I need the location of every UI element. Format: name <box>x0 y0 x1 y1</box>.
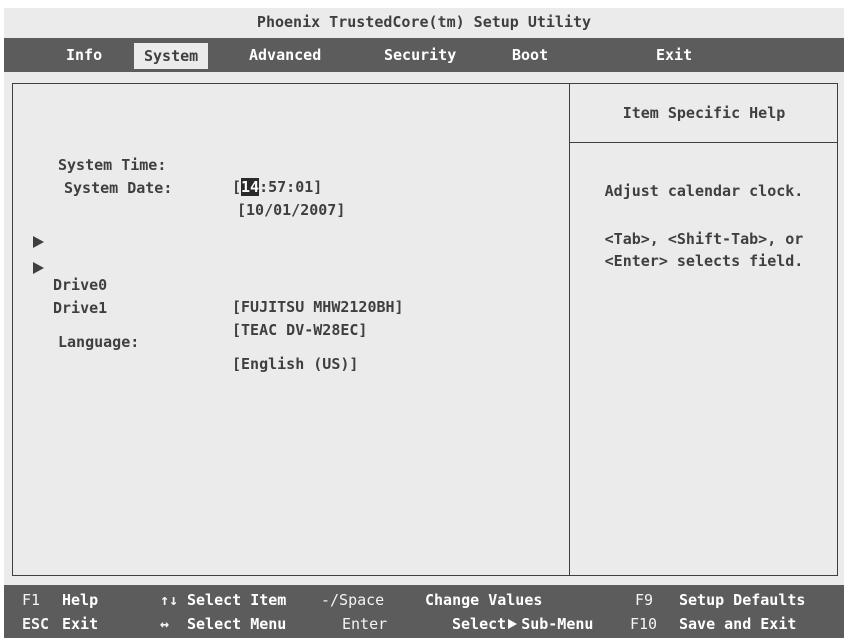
key-up-down: ↑↓ <box>160 591 179 609</box>
help-line-3: <Enter> selects field. <box>604 252 804 270</box>
key-legend: F1 Help ↑↓ Select Item -/Space Change Va… <box>4 585 844 638</box>
language-label: Language: <box>58 333 140 351</box>
drive1-value: [TEAC DV-W28EC] <box>232 321 368 339</box>
system-time-value[interactable]: [14:57:01] <box>232 176 322 198</box>
language-row[interactable]: Language: [English (US)] <box>13 309 358 373</box>
key-left-right: ↔ <box>160 615 170 633</box>
tab-system[interactable]: System <box>133 42 210 70</box>
key-up-down-desc: Select Item <box>187 591 287 609</box>
key-space: -/Space <box>321 591 385 609</box>
key-enter-desc-a: Select <box>452 615 507 633</box>
system-time-open-bracket: [ <box>232 178 242 196</box>
key-f1-desc: Help <box>62 591 99 609</box>
bios-screen: Phoenix TrustedCore(tm) Setup Utility In… <box>4 8 844 638</box>
key-f1: F1 <box>22 591 41 609</box>
system-time-row[interactable]: System Time: [14:57:01] <box>13 132 322 196</box>
help-header: Item Specific Help <box>570 84 838 143</box>
tab-info[interactable]: Info <box>56 42 112 68</box>
key-legend-row-2: ESC Exit ↔ Select Menu Enter Select Sub-M… <box>4 612 844 636</box>
help-line-2: <Tab>, <Shift-Tab>, or <box>604 230 804 248</box>
key-f9-desc: Setup Defaults <box>679 591 806 609</box>
key-legend-row-1: F1 Help ↑↓ Select Item -/Space Change Va… <box>4 588 844 612</box>
tab-security[interactable]: Security <box>374 42 466 68</box>
help-line-1: Adjust calendar clock. <box>604 182 804 200</box>
system-time-rest: :57:01] <box>259 178 323 196</box>
settings-pane: System Time: [14:57:01] System Date: [10… <box>13 84 569 575</box>
key-f9: F9 <box>635 591 654 609</box>
system-time-hour-field[interactable]: 14 <box>241 178 260 196</box>
language-value[interactable]: [English (US)] <box>232 353 358 375</box>
title-bar: Phoenix TrustedCore(tm) Setup Utility <box>4 8 844 37</box>
system-date-label: System Date: <box>64 179 173 197</box>
key-enter-desc: Select Sub-Menu <box>452 612 593 636</box>
key-f10: F10 <box>630 615 658 633</box>
system-date-value[interactable]: [10/01/2007] <box>237 199 345 221</box>
drive0-row[interactable]: Drive0 [FUJITSU MHW2120BH] <box>13 230 569 316</box>
key-f10-desc: Save and Exit <box>679 615 797 633</box>
submenu-arrow-icon <box>508 619 518 629</box>
help-pane: Item Specific Help Adjust calendar clock… <box>569 84 838 575</box>
key-enter: Enter <box>342 615 388 633</box>
main-panel: System Time: [14:57:01] System Date: [10… <box>12 83 838 576</box>
app-title: Phoenix TrustedCore(tm) Setup Utility <box>256 13 592 31</box>
tab-exit[interactable]: Exit <box>646 42 702 68</box>
key-left-right-desc: Select Menu <box>187 615 287 633</box>
system-date-row[interactable]: System Date: [10/01/2007] <box>13 155 345 219</box>
key-enter-desc-b: Sub-Menu <box>521 615 594 633</box>
key-space-desc: Change Values <box>425 591 543 609</box>
drive1-row[interactable]: Drive1 [TEAC DV-W28EC] <box>13 253 569 339</box>
tab-advanced[interactable]: Advanced <box>239 42 331 68</box>
drive0-value: [FUJITSU MHW2120BH] <box>232 298 404 316</box>
submenu-arrow-icon <box>33 236 44 248</box>
submenu-arrow-icon <box>33 262 44 274</box>
tab-boot[interactable]: Boot <box>502 42 558 68</box>
key-esc-desc: Exit <box>62 615 99 633</box>
key-esc: ESC <box>22 615 50 633</box>
menu-bar: Info System Advanced Security Boot Exit <box>4 38 844 72</box>
